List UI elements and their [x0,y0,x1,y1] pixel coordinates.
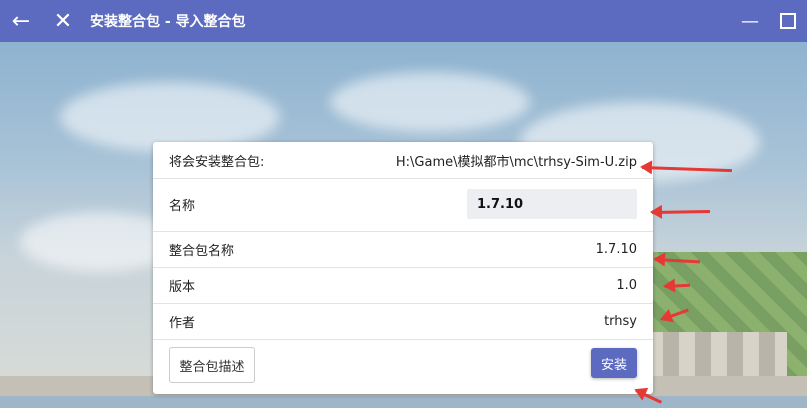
window-title: 安装整合包 - 导入整合包 [90,14,246,30]
minimize-icon: — [741,10,759,32]
install-path-value: H:\Game\模拟都市\mc\trhsy-Sim-U.zip [395,154,637,170]
version-row: 版本 1.0 [153,267,653,304]
title-bar: ← ✕ 安装整合包 - 导入整合包 — [0,0,807,42]
install-path-row: 将会安装整合包: H:\Game\模拟都市\mc\trhsy-Sim-U.zip [153,142,653,179]
pack-name-label: 整合包名称 [169,243,235,259]
cloud [330,72,530,132]
name-label: 名称 [169,199,196,214]
import-modpack-card: 将会安装整合包: H:\Game\模拟都市\mc\trhsy-Sim-U.zip… [153,142,653,394]
name-input[interactable] [467,189,637,219]
pack-name-row: 整合包名称 1.7.10 [153,231,653,268]
pack-name-value: 1.7.10 [595,241,637,257]
maximize-icon [780,13,796,29]
version-value: 1.0 [616,277,637,293]
back-button[interactable]: ← [0,0,42,42]
maximize-button[interactable] [769,0,807,42]
close-icon: ✕ [53,8,73,34]
author-value: trhsy [604,313,637,329]
modpack-description-button[interactable]: 整合包描述 [169,347,255,383]
back-arrow-icon: ← [11,8,31,34]
install-button[interactable]: 安装 [591,348,637,378]
version-label: 版本 [169,279,196,295]
install-path-label: 将会安装整合包: [169,154,265,170]
author-row: 作者 trhsy [153,303,653,340]
author-label: 作者 [169,315,196,331]
name-row: 名称 [153,178,653,232]
minimize-button[interactable]: — [731,0,769,42]
close-dialog-button[interactable]: ✕ [42,0,84,42]
